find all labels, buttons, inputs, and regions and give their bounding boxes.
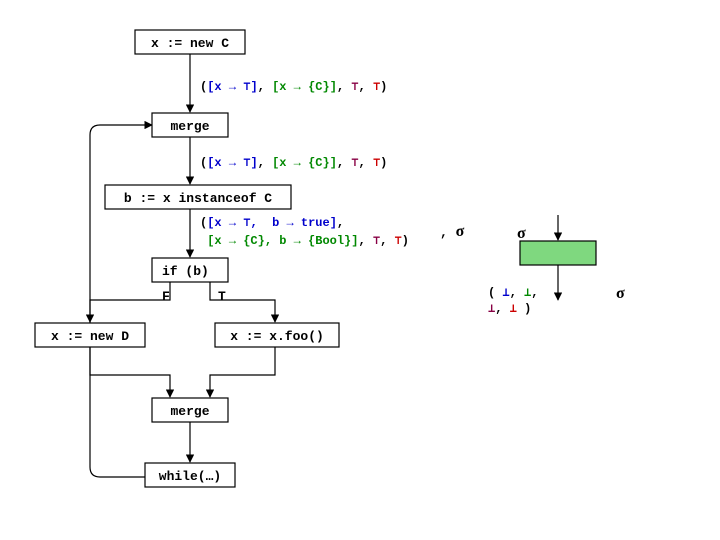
- state-after-n3-line1: ([x → ⊤, b → true],: [200, 216, 344, 230]
- node-if: if (b): [152, 258, 228, 282]
- branch-false-label: F: [162, 289, 170, 304]
- node-if-label: if (b): [162, 264, 209, 279]
- node-while: while(…): [145, 463, 235, 487]
- node-instanceof: b := x instanceof C: [105, 185, 291, 209]
- back-edge: [90, 125, 190, 477]
- sigma-in-label: σ: [517, 225, 526, 242]
- key-bot-line1: ( ⊥, ⊥,: [488, 286, 546, 300]
- node-merge-1-label: merge: [170, 119, 209, 134]
- node-merge-2: merge: [152, 398, 228, 422]
- state-after-n3-tail: , σ: [440, 223, 465, 240]
- node-new-d: x := new D: [35, 323, 145, 347]
- state-after-n1: ([x → ⊤], [x → {C}], ⊤, ⊤): [200, 80, 387, 94]
- edge-if-false: [90, 282, 170, 322]
- edge-n6-merge2: [210, 347, 275, 397]
- node-foo-label: x := x.foo(): [230, 329, 324, 344]
- node-instanceof-label: b := x instanceof C: [124, 191, 272, 206]
- edge-n5-merge2: [90, 347, 170, 397]
- sigma-out-label: σ: [616, 285, 625, 302]
- node-merge-1: merge: [152, 113, 228, 137]
- node-merge-2-label: merge: [170, 404, 209, 419]
- node-new-c-label: x := new C: [151, 36, 229, 51]
- key-bot-line2: ⊥, ⊥ ): [488, 302, 531, 316]
- node-while-label: while(…): [159, 469, 221, 484]
- node-foo: x := x.foo(): [215, 323, 339, 347]
- node-new-c: x := new C: [135, 30, 245, 54]
- state-after-n3-line2: [x → {C}, b → {Bool}], ⊤, ⊤): [200, 234, 409, 248]
- summary-box: [520, 241, 596, 265]
- state-after-n2: ([x → ⊤], [x → {C}], ⊤, ⊤): [200, 156, 387, 170]
- branch-true-label: T: [218, 289, 226, 304]
- node-new-d-label: x := new D: [51, 329, 129, 344]
